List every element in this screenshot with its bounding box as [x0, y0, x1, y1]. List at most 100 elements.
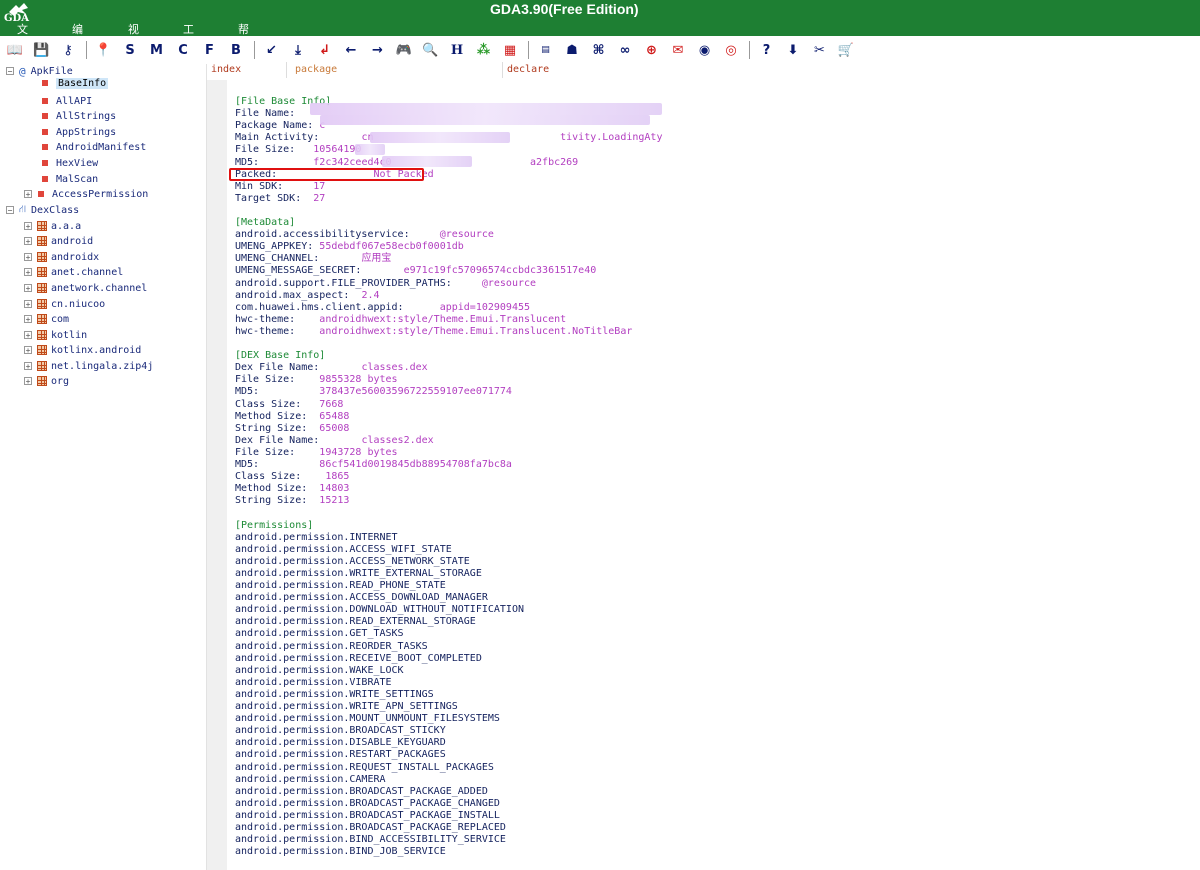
search-doc-icon[interactable]: 🔍 — [420, 39, 442, 61]
command-icon[interactable]: ⌘ — [588, 39, 610, 61]
expand-icon[interactable]: + — [24, 284, 32, 293]
tool-s-button[interactable]: S — [119, 39, 141, 61]
tree-node-accesspermission[interactable]: + AccessPermission — [24, 187, 148, 201]
back-check-icon[interactable]: ↙ — [261, 39, 283, 61]
info-key: Method Size: — [235, 483, 320, 495]
arrow-right-icon[interactable]: → — [367, 39, 389, 61]
permission-row: android.permission.BIND_ACCESSIBILITY_SE… — [235, 834, 506, 846]
permission-row: android.permission.REQUEST_INSTALL_PACKA… — [235, 761, 494, 773]
column-package[interactable]: package — [295, 64, 337, 75]
info-value: e971c19fc57096574ccbdc3361517e40 — [403, 265, 597, 277]
key-icon[interactable]: ⚷ — [57, 39, 79, 61]
tree-package[interactable]: + anet.channel — [24, 265, 123, 279]
toolbar-separator — [253, 41, 255, 59]
cart-icon[interactable]: 🛒 — [835, 39, 857, 61]
permission-row: android.permission.WAKE_LOCK — [235, 664, 404, 676]
tool-c-button[interactable]: C — [172, 39, 194, 61]
column-divider[interactable] — [286, 62, 287, 78]
metadata-row: android.max_aspect: 2.4 — [235, 290, 380, 302]
permission-row: android.permission.VIBRATE — [235, 676, 392, 688]
tree-item-allstrings[interactable]: AllStrings — [40, 109, 116, 123]
collapse-icon[interactable]: − — [6, 206, 14, 215]
pin-icon[interactable]: 📍 — [93, 39, 115, 61]
info-key: Target SDK: — [235, 192, 314, 204]
expand-icon[interactable]: + — [24, 222, 32, 231]
tree-item-baseinfo[interactable]: BaseInfo — [40, 76, 109, 90]
info-key: Class Size: — [235, 398, 320, 410]
expand-icon[interactable]: + — [24, 237, 32, 246]
tree-item-androidmanifest[interactable]: AndroidManifest — [40, 140, 146, 154]
tree-package[interactable]: + android — [24, 234, 93, 248]
tree-item-allapi[interactable]: AllAPI — [40, 94, 92, 108]
globe-icon[interactable]: ⊕ — [641, 39, 663, 61]
arrow-left-icon[interactable]: ← — [340, 39, 362, 61]
expand-icon[interactable]: + — [24, 377, 32, 386]
help-button[interactable]: ? — [756, 39, 778, 61]
expand-icon[interactable]: + — [24, 300, 32, 309]
expand-icon[interactable]: + — [24, 190, 32, 199]
info-value: 65008 — [319, 422, 350, 434]
tree-package[interactable]: + cn.niucoo — [24, 297, 105, 311]
info-value: androidhwext:style/Theme.Emui.Translucen… — [319, 313, 567, 325]
tree-item-hexview[interactable]: HexView — [40, 156, 98, 170]
tree-item-appstrings[interactable]: AppStrings — [40, 125, 116, 139]
tree-package[interactable]: + org — [24, 374, 69, 388]
link-icon[interactable]: ∞ — [614, 39, 636, 61]
permission-row: android.permission.ACCESS_DOWNLOAD_MANAG… — [235, 592, 488, 604]
save-icon[interactable]: 💾 — [31, 39, 53, 61]
info-key: MD5: — [235, 386, 320, 398]
column-divider[interactable] — [502, 62, 503, 78]
return-icon[interactable]: ↲ — [314, 39, 336, 61]
redacted-region — [355, 144, 385, 155]
expand-icon[interactable]: + — [24, 315, 32, 324]
tool-b-button[interactable]: B — [225, 39, 247, 61]
package-icon — [37, 221, 47, 231]
tools-icon[interactable]: ✂ — [809, 39, 831, 61]
shapes-icon[interactable]: ⁂ — [473, 39, 495, 61]
column-index[interactable]: index — [211, 64, 241, 75]
fingerprint-icon[interactable]: ◎ — [720, 39, 742, 61]
column-declare[interactable]: declare — [507, 64, 549, 75]
permission-row: android.permission.BROADCAST_PACKAGE_ADD… — [235, 785, 488, 797]
info-value: 86cf541d0019845db88954708fa7bc8a — [319, 459, 512, 470]
apk-icon[interactable]: ▤ — [535, 39, 557, 61]
dex-info-row: Dex File Name: classes.dex — [235, 362, 428, 374]
info-key: android.accessibilityservice: — [235, 229, 440, 241]
dex-info-row: Method Size: 65488 — [235, 411, 349, 423]
expand-icon[interactable]: + — [24, 346, 32, 355]
tree-node-dexclass[interactable]: − ⛙ DexClass — [6, 203, 79, 217]
download-heart-icon[interactable]: ⤓ — [287, 39, 309, 61]
package-icon — [37, 330, 47, 340]
gamepad-icon[interactable]: 🎮 — [393, 39, 415, 61]
permission-row: android.permission.BIND_JOB_SERVICE — [235, 846, 446, 858]
tree-package[interactable]: + androidx — [24, 250, 99, 264]
permission-row: android.permission.DOWNLOAD_WITHOUT_NOTI… — [235, 604, 524, 616]
expand-icon[interactable]: + — [24, 253, 32, 262]
collapse-icon[interactable]: − — [6, 67, 14, 76]
tree-package[interactable]: + anetwork.channel — [24, 281, 147, 295]
tree-package[interactable]: + kotlinx.android — [24, 343, 141, 357]
eye-icon[interactable]: ◉ — [694, 39, 716, 61]
tree-package[interactable]: + a.a.a — [24, 219, 81, 233]
packed-highlight-box — [229, 168, 424, 181]
tree-package[interactable]: + net.lingala.zip4j — [24, 359, 153, 373]
tool-h-button[interactable]: H — [446, 39, 468, 61]
grid-icon[interactable]: ▦ — [499, 39, 521, 61]
info-key: String Size: — [235, 422, 320, 434]
expand-icon[interactable]: + — [24, 331, 32, 340]
permission-row: android.permission.RESTART_PACKAGES — [235, 749, 446, 761]
android-icon[interactable]: ☗ — [561, 39, 583, 61]
expand-icon[interactable]: + — [24, 268, 32, 277]
info-key: MD5: — [235, 156, 314, 168]
envelope-icon[interactable]: ✉ — [667, 39, 689, 61]
dex-info-row: File Size: 1943728 bytes — [235, 447, 398, 459]
tree-package[interactable]: + kotlin — [24, 328, 87, 342]
download-icon[interactable]: ⬇ — [782, 39, 804, 61]
info-key: Class Size: — [235, 471, 326, 483]
tree-package[interactable]: + com — [24, 312, 69, 326]
tool-f-button[interactable]: F — [199, 39, 221, 61]
tree-item-malscan[interactable]: MalScan — [40, 172, 98, 186]
expand-icon[interactable]: + — [24, 362, 32, 371]
tool-m-button[interactable]: M — [146, 39, 168, 61]
open-book-icon[interactable]: 📖 — [4, 39, 26, 61]
